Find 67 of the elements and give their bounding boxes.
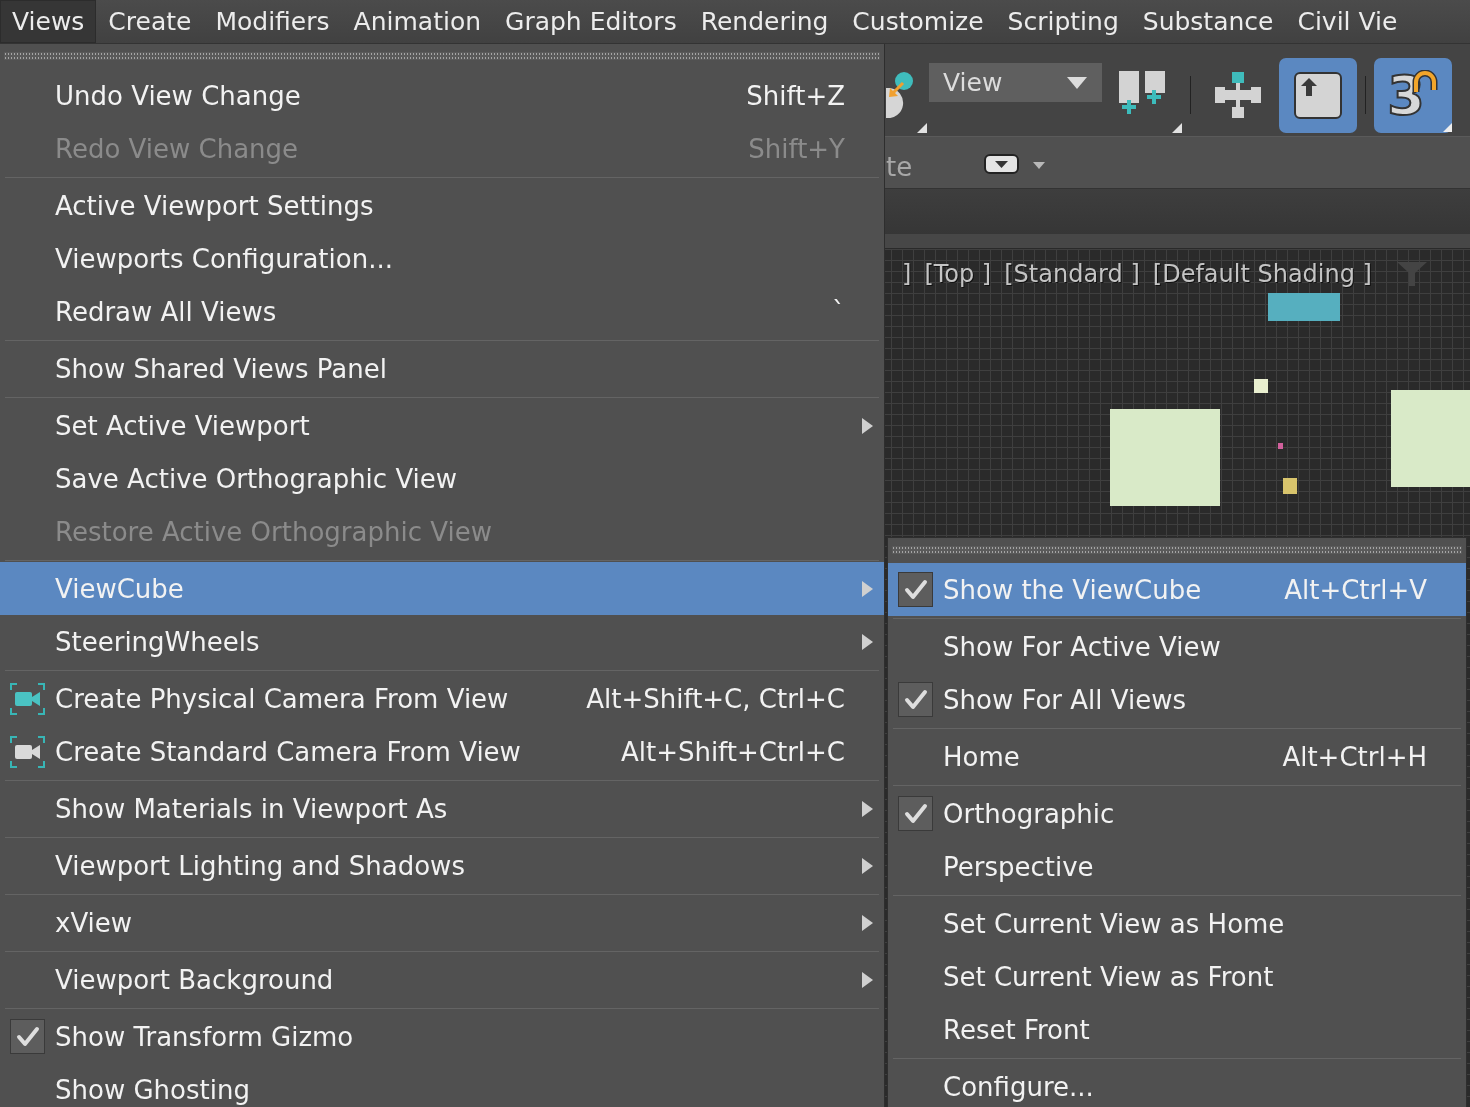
menu-bar-item[interactable]: Rendering — [688, 0, 841, 43]
up-arrow-tile-icon — [1294, 72, 1342, 119]
flyout-corner-icon — [917, 123, 927, 133]
camera-icon — [10, 682, 45, 715]
menu-bar-item[interactable]: Views — [0, 0, 97, 43]
viewport-label[interactable]: [Top ] — [924, 259, 992, 289]
menu-item[interactable]: Create Standard Camera From View Alt+Shift+Ctrl+C — [0, 725, 884, 778]
tear-off-handle[interactable] — [892, 546, 1462, 554]
shortcut-text: Alt+Shift+Ctrl+C — [620, 736, 845, 767]
dropdown-arrow-icon — [1067, 76, 1087, 89]
menu-bar-item[interactable]: Graph Editors — [493, 0, 689, 43]
menu-item[interactable]: Show Ghosting — [0, 1063, 884, 1107]
menu-item[interactable]: Viewport Background — [0, 953, 884, 1006]
dropdown-chip-icon[interactable] — [984, 153, 1020, 174]
menu-item[interactable]: Redraw All Views ` — [0, 285, 884, 338]
shortcut-text: Alt+Ctrl+H — [1282, 741, 1427, 772]
viewport-label[interactable]: [Default Shading ] — [1152, 259, 1372, 289]
menu-bar-item[interactable]: Animation — [341, 0, 494, 43]
menu-bar-item[interactable]: Substance — [1130, 0, 1286, 43]
shortcut-text: Shift+Y — [748, 133, 845, 164]
menu-item[interactable]: SteeringWheels — [0, 615, 884, 668]
menu-item[interactable]: Set Active Viewport — [0, 399, 884, 452]
scene-object — [1268, 293, 1340, 321]
menu-item[interactable]: Create Physical Camera From View Alt+Shift+C, Ctrl+C — [0, 672, 884, 725]
menu-item[interactable]: Undo View Change Shift+Z — [0, 69, 884, 122]
camera-icon — [10, 735, 45, 768]
menu-item[interactable]: Orthographic — [888, 787, 1466, 840]
toggle-button[interactable] — [1279, 58, 1357, 133]
menu-item[interactable]: Perspective — [888, 840, 1466, 893]
viewport-label[interactable]: [Standard ] — [1004, 259, 1140, 289]
menu-item[interactable]: Set Current View as Home — [888, 897, 1466, 950]
menu-bar-item[interactable]: Create — [96, 0, 204, 43]
menu-bar-item[interactable]: Scripting — [995, 0, 1131, 43]
shortcut-text: Alt+Shift+C, Ctrl+C — [586, 683, 845, 714]
menu-item[interactable]: Show For Active View — [888, 620, 1466, 673]
menu-item[interactable]: Viewports Configuration... — [0, 232, 884, 285]
panels-plus-icon[interactable] — [1119, 71, 1166, 114]
menu-item[interactable]: Save Active Orthographic View — [0, 452, 884, 505]
menu-item[interactable]: Show Transform Gizmo — [0, 1010, 884, 1063]
menu-item[interactable]: Viewport Lighting and Shadows — [0, 839, 884, 892]
caret-icon[interactable] — [1033, 162, 1046, 169]
menu-item[interactable]: xView — [0, 896, 884, 949]
menu-item[interactable]: Show For All Views — [888, 673, 1466, 726]
ribbon-text: te — [886, 151, 913, 182]
menu-bar-item[interactable]: Customize — [840, 0, 996, 43]
menu-item[interactable]: Set Current View as Front — [888, 950, 1466, 1003]
tear-off-handle[interactable] — [4, 52, 880, 60]
menu-item[interactable]: Configure... — [888, 1060, 1466, 1107]
flyout-corner-icon — [1172, 123, 1182, 133]
viewport-label[interactable]: ] — [902, 259, 912, 289]
menu-item[interactable]: Reset Front — [888, 1003, 1466, 1056]
scene-object — [1254, 379, 1268, 393]
shortcut-text: ` — [832, 296, 845, 327]
shortcut-text: Shift+Z — [746, 80, 845, 111]
menu-item[interactable]: Show Shared Views Panel — [0, 342, 884, 395]
shortcut-text: Alt+Ctrl+V — [1284, 574, 1427, 605]
menu-item[interactable]: Show Materials in Viewport As — [0, 782, 884, 835]
menu-bar-item[interactable]: Civil Vie — [1285, 0, 1410, 43]
view-dropdown[interactable]: View — [929, 63, 1102, 102]
menu-item[interactable]: Home Alt+Ctrl+H — [888, 730, 1466, 783]
flyout-corner-icon — [1443, 123, 1452, 132]
menu-item[interactable]: Active Viewport Settings — [0, 179, 884, 232]
move-icon[interactable] — [1215, 72, 1261, 118]
scene-object — [1283, 478, 1297, 494]
link-arrow-icon[interactable] — [886, 72, 913, 118]
scene-object — [1278, 443, 1283, 449]
menu-bar-item[interactable]: Modifiers — [203, 0, 342, 43]
